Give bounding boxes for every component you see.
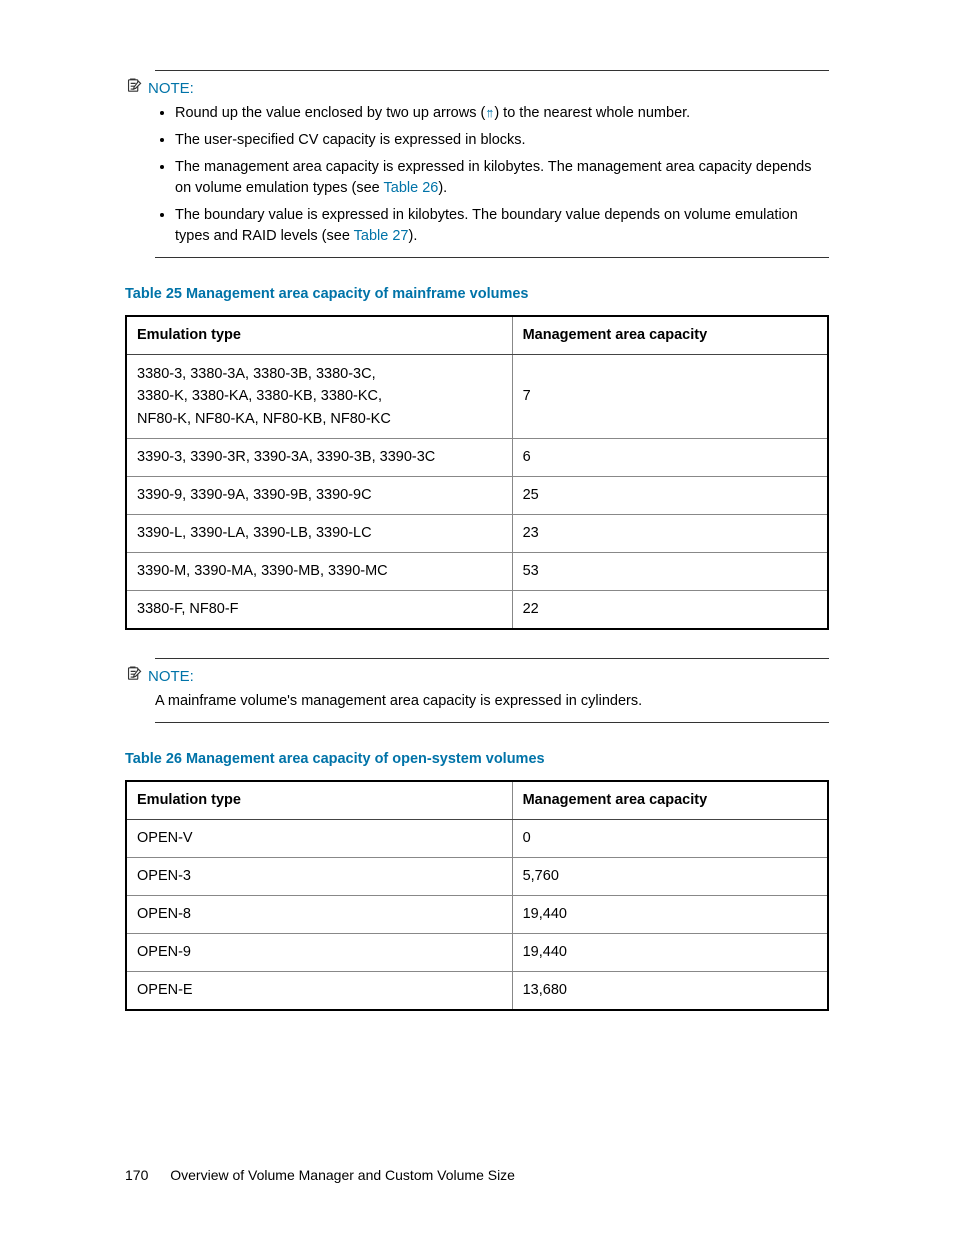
bullet-text-pre: The management area capacity is expresse… [175,159,812,196]
table-row: OPEN-V 0 [126,820,828,858]
table-cell: 6 [512,439,828,477]
note-bullet-item: The user-specified CV capacity is expres… [175,130,829,151]
table-cell: OPEN-E [126,972,512,1011]
table-row: OPEN-9 19,440 [126,934,828,972]
table-header-row: Emulation type Management area capacity [126,316,828,355]
table-cell: 3390-L, 3390-LA, 3390-LB, 3390-LC [126,515,512,553]
table-caption: Table 25 Management area capacity of mai… [125,284,829,305]
bullet-text-post: ) to the nearest whole number. [494,105,690,121]
table-link[interactable]: Table 26 [384,180,439,196]
table-cell: OPEN-8 [126,896,512,934]
table-row: 3390-M, 3390-MA, 3390-MB, 3390-MC 53 [126,553,828,591]
note-bullet-item: The management area capacity is expresse… [175,157,829,199]
table-cell: OPEN-V [126,820,512,858]
table-cell: 19,440 [512,896,828,934]
cell-line: 3380-K, 3380-KA, 3380-KB, 3380-KC, [137,388,382,404]
note-label: NOTE: [148,666,194,688]
page-number: 170 [125,1167,148,1183]
table-cell: OPEN-3 [126,858,512,896]
table-cell: 3390-9, 3390-9A, 3390-9B, 3390-9C [126,477,512,515]
note-bullet-item: The boundary value is expressed in kilob… [175,205,829,247]
note-rule-top [155,70,829,71]
table-row: 3390-L, 3390-LA, 3390-LB, 3390-LC 23 [126,515,828,553]
table-link[interactable]: Table 27 [354,228,409,244]
note-block-1: NOTE: Round up the value enclosed by two… [125,70,829,258]
table-cell: 3390-3, 3390-3R, 3390-3A, 3390-3B, 3390-… [126,439,512,477]
table-header-cell: Emulation type [126,781,512,820]
table-row: 3390-9, 3390-9A, 3390-9B, 3390-9C 25 [126,477,828,515]
table-cell: 19,440 [512,934,828,972]
table-cell: 3380-3, 3380-3A, 3380-3B, 3380-3C, 3380-… [126,354,512,438]
table-header-cell: Emulation type [126,316,512,355]
table-cell: 53 [512,553,828,591]
table-caption: Table 26 Management area capacity of ope… [125,749,829,770]
table-26: Emulation type Management area capacity … [125,780,829,1011]
note-rule-bottom [155,722,829,723]
table-header-row: Emulation type Management area capacity [126,781,828,820]
note-header: NOTE: [125,665,829,689]
table-cell: 3390-M, 3390-MA, 3390-MB, 3390-MC [126,553,512,591]
note-label: NOTE: [148,78,194,100]
page-footer: 170 Overview of Volume Manager and Custo… [125,1165,515,1185]
note-body: Round up the value enclosed by two up ar… [155,103,829,247]
note-rule-bottom [155,257,829,258]
table-cell: 3380-F, NF80-F [126,591,512,630]
bullet-text-pre: The boundary value is expressed in kilob… [175,207,798,244]
table-cell: 5,760 [512,858,828,896]
document-page: NOTE: Round up the value enclosed by two… [0,0,954,1235]
table-row: OPEN-3 5,760 [126,858,828,896]
table-row: OPEN-8 19,440 [126,896,828,934]
note-icon [125,665,142,689]
table-cell: 0 [512,820,828,858]
table-25: Emulation type Management area capacity … [125,315,829,631]
cell-line: 3380-3, 3380-3A, 3380-3B, 3380-3C, [137,366,376,382]
table-row: 3380-3, 3380-3A, 3380-3B, 3380-3C, 3380-… [126,354,828,438]
note-text: A mainframe volume's management area cap… [155,693,642,709]
bullet-text-post: ). [408,228,417,244]
table-cell: 25 [512,477,828,515]
note-header: NOTE: [125,77,829,101]
note-icon [125,77,142,101]
table-header-cell: Management area capacity [512,316,828,355]
table-cell: 22 [512,591,828,630]
note-rule-top [155,658,829,659]
bullet-text-post: ). [438,180,447,196]
footer-title: Overview of Volume Manager and Custom Vo… [170,1167,515,1183]
bullet-text-pre: Round up the value enclosed by two up ar… [175,105,485,121]
note-body: A mainframe volume's management area cap… [155,691,829,712]
up-arrows-icon: ↑↑ [485,105,494,120]
table-row: OPEN-E 13,680 [126,972,828,1011]
table-cell: 23 [512,515,828,553]
table-row: 3380-F, NF80-F 22 [126,591,828,630]
cell-line: NF80-K, NF80-KA, NF80-KB, NF80-KC [137,411,391,427]
table-cell: 13,680 [512,972,828,1011]
table-header-cell: Management area capacity [512,781,828,820]
bullet-text: The user-specified CV capacity is expres… [175,132,526,148]
note-block-2: NOTE: A mainframe volume's management ar… [125,658,829,723]
table-row: 3390-3, 3390-3R, 3390-3A, 3390-3B, 3390-… [126,439,828,477]
note-bullet-list: Round up the value enclosed by two up ar… [155,103,829,247]
note-bullet-item: Round up the value enclosed by two up ar… [175,103,829,124]
table-cell: OPEN-9 [126,934,512,972]
table-cell: 7 [512,354,828,438]
